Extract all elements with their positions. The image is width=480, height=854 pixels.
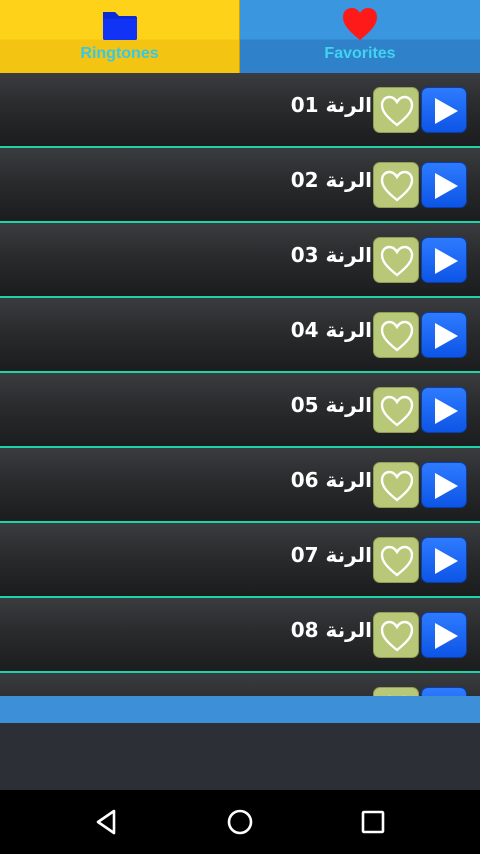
- home-circle-icon[interactable]: [222, 804, 258, 840]
- favorite-button[interactable]: [373, 462, 419, 508]
- heart-outline-icon: [380, 620, 414, 652]
- list-item[interactable]: الرنة 06: [0, 448, 480, 523]
- play-icon: [435, 473, 458, 499]
- play-button[interactable]: [421, 162, 467, 208]
- banner-area: [0, 723, 480, 790]
- system-navigation-bar: [0, 790, 480, 854]
- heart-icon: [343, 8, 377, 40]
- list-item[interactable]: الرنة 02: [0, 148, 480, 223]
- play-icon: [435, 248, 458, 274]
- play-button[interactable]: [421, 312, 467, 358]
- tab-bar: Ringtones Favorites: [0, 0, 480, 73]
- list-item[interactable]: الرنة 07: [0, 523, 480, 598]
- back-triangle-icon[interactable]: [89, 804, 125, 840]
- heart-outline-icon: [380, 95, 414, 127]
- play-icon: [435, 398, 458, 424]
- bottom-strip: [0, 696, 480, 723]
- tab-favorites[interactable]: Favorites: [240, 0, 480, 73]
- list-item[interactable]: الرنة 08: [0, 598, 480, 673]
- heart-outline-icon: [380, 470, 414, 502]
- play-button[interactable]: [421, 612, 467, 658]
- ringtone-title: الرنة 04: [290, 318, 372, 342]
- play-button[interactable]: [421, 687, 467, 696]
- tab-ringtones[interactable]: Ringtones: [0, 0, 240, 73]
- heart-outline-icon: [380, 245, 414, 277]
- heart-outline-icon: [380, 320, 414, 352]
- play-icon: [435, 623, 458, 649]
- list-item[interactable]: الرنة 01: [0, 73, 480, 148]
- play-icon: [435, 548, 458, 574]
- favorite-button[interactable]: [373, 387, 419, 433]
- favorite-button[interactable]: [373, 162, 419, 208]
- recents-square-icon[interactable]: [355, 804, 391, 840]
- list-item[interactable]: الرنة 03: [0, 223, 480, 298]
- heart-outline-icon: [380, 170, 414, 202]
- ringtone-title: الرنة 01: [290, 93, 372, 117]
- ringtone-title: الرنة 03: [290, 243, 372, 267]
- ringtone-title: الرنة 06: [290, 468, 372, 492]
- list-item[interactable]: الرنة 05: [0, 373, 480, 448]
- favorite-button[interactable]: [373, 687, 419, 696]
- ringtone-list[interactable]: الرنة 01 الرنة 02 الرنة 03 الرنة 04 الرن…: [0, 73, 480, 696]
- folder-icon: [102, 12, 137, 40]
- favorite-button[interactable]: [373, 612, 419, 658]
- ringtone-title: الرنة 05: [290, 393, 372, 417]
- tab-favorites-label: Favorites: [324, 45, 396, 62]
- play-button[interactable]: [421, 462, 467, 508]
- play-button[interactable]: [421, 387, 467, 433]
- play-icon: [435, 173, 458, 199]
- play-icon: [435, 323, 458, 349]
- play-button[interactable]: [421, 537, 467, 583]
- favorite-button[interactable]: [373, 87, 419, 133]
- play-button[interactable]: [421, 237, 467, 283]
- favorite-button[interactable]: [373, 237, 419, 283]
- tab-ringtones-label: Ringtones: [80, 45, 159, 62]
- list-item[interactable]: [0, 673, 480, 696]
- play-button[interactable]: [421, 87, 467, 133]
- heart-outline-icon: [380, 395, 414, 427]
- ringtone-title: الرنة 08: [290, 618, 372, 642]
- favorite-button[interactable]: [373, 312, 419, 358]
- ringtone-title: الرنة 07: [290, 543, 372, 567]
- heart-outline-icon: [380, 545, 414, 577]
- play-icon: [435, 98, 458, 124]
- ringtone-title: الرنة 02: [290, 168, 372, 192]
- favorite-button[interactable]: [373, 537, 419, 583]
- list-item[interactable]: الرنة 04: [0, 298, 480, 373]
